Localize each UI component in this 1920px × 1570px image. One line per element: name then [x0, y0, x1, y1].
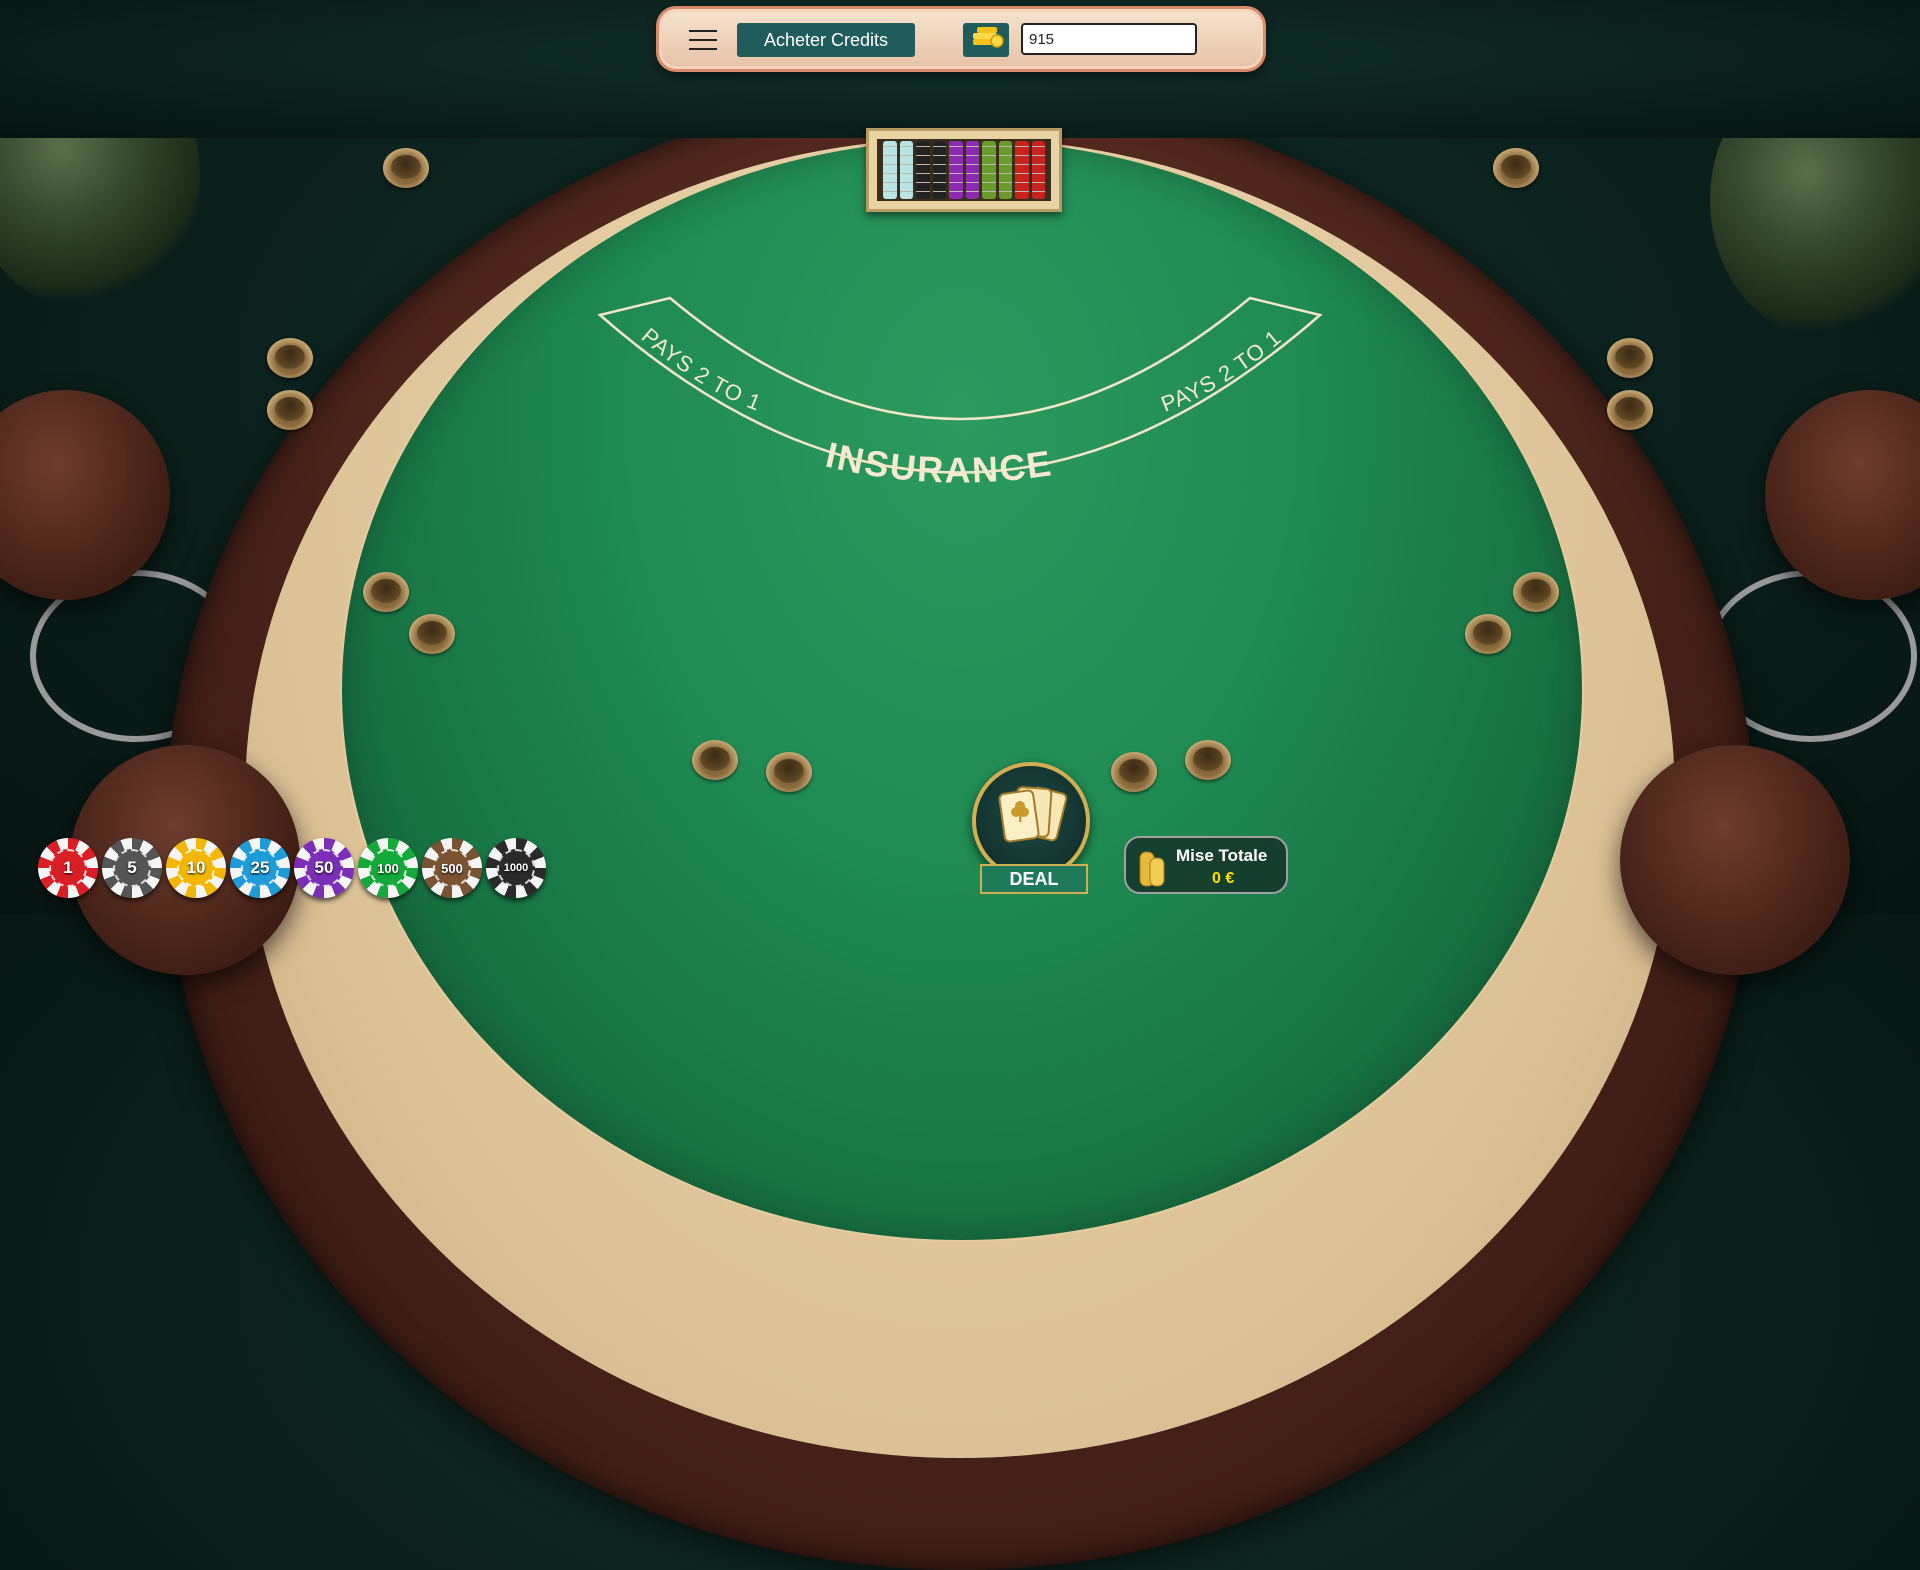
- cup-holder: [1111, 752, 1157, 792]
- cup-holder: [409, 614, 455, 654]
- chip-label: 1000: [497, 849, 535, 887]
- chip-stack: [949, 141, 963, 199]
- insurance-label: INSURANCE: [822, 434, 1055, 491]
- chip-5[interactable]: 5: [102, 838, 162, 898]
- cup-holder: [1465, 614, 1511, 654]
- cup-holder: [766, 752, 812, 792]
- chip-stack: [932, 141, 946, 199]
- pays-label-right: PAYS 2 TO 1: [1158, 325, 1287, 417]
- chip-stack: [1031, 141, 1045, 199]
- deal-button[interactable]: [972, 762, 1090, 880]
- coins-icon[interactable]: [963, 23, 1009, 57]
- chip-10[interactable]: 10: [166, 838, 226, 898]
- total-bet-title: Mise Totale: [1176, 846, 1268, 865]
- cards-icon: [998, 786, 1068, 843]
- hamburger-icon[interactable]: [689, 30, 717, 50]
- cup-holder: [1185, 740, 1231, 780]
- cup-holder: [692, 740, 738, 780]
- cup-holder: [383, 148, 429, 188]
- chip-label: 500: [433, 849, 471, 887]
- cup-holder: [267, 338, 313, 378]
- chip-label: 5: [113, 849, 151, 887]
- chip-label: 100: [369, 849, 407, 887]
- dealer-chip-tray: [866, 128, 1062, 212]
- deal-label[interactable]: DEAL: [980, 864, 1088, 894]
- chip-stack: [883, 141, 897, 199]
- stool-bottom-right: [1620, 745, 1850, 975]
- credits-field[interactable]: [1021, 23, 1197, 55]
- coin-stack-icon: [1139, 851, 1165, 887]
- cup-holder: [363, 572, 409, 612]
- cup-holder: [1607, 390, 1653, 430]
- chip-label: 10: [177, 849, 215, 887]
- chip-500[interactable]: 500: [422, 838, 482, 898]
- chip-1000[interactable]: 1000: [486, 838, 546, 898]
- chip-100[interactable]: 100: [358, 838, 418, 898]
- total-bet-panel: Mise Totale 0 €: [1124, 836, 1288, 894]
- chip-label: 1: [49, 849, 87, 887]
- chip-stack: [1015, 141, 1029, 199]
- insurance-area: PAYS 2 TO 1 PAYS 2 TO 1 INSURANCE: [597, 296, 1323, 491]
- chip-25[interactable]: 25: [230, 838, 290, 898]
- chip-label: 50: [305, 849, 343, 887]
- chip-stack: [998, 141, 1012, 199]
- chip-stack: [965, 141, 979, 199]
- pays-label-left: PAYS 2 TO 1: [637, 323, 765, 416]
- chip-stack: [982, 141, 996, 199]
- top-bar: Acheter Credits: [656, 6, 1266, 72]
- cup-holder: [1493, 148, 1539, 188]
- chip-1[interactable]: 1: [38, 838, 98, 898]
- cup-holder: [267, 390, 313, 430]
- chip-stack: [899, 141, 913, 199]
- cup-holder: [1607, 338, 1653, 378]
- cup-holder: [1513, 572, 1559, 612]
- stool-left: [0, 390, 170, 600]
- buy-credits-button[interactable]: Acheter Credits: [737, 23, 915, 57]
- stool-right: [1765, 390, 1920, 600]
- chip-label: 25: [241, 849, 279, 887]
- total-bet-value: 0 €: [1212, 870, 1235, 887]
- chip-50[interactable]: 50: [294, 838, 354, 898]
- chip-stack: [916, 141, 930, 199]
